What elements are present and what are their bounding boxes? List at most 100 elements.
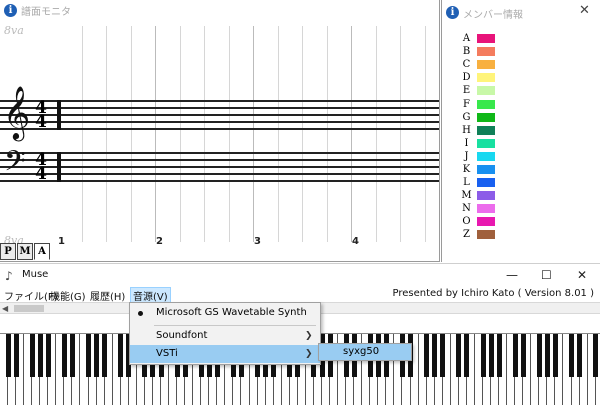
member-color-swatch[interactable] — [477, 73, 495, 83]
black-key[interactable] — [440, 334, 446, 377]
member-color-swatch[interactable] — [477, 60, 495, 70]
info-icon: i — [446, 6, 459, 19]
menu-history[interactable]: 履歴(H) — [88, 288, 127, 303]
member-color-swatch[interactable] — [477, 178, 495, 188]
member-color-swatch[interactable] — [477, 86, 495, 96]
muse-titlebar[interactable]: ♪ Muse — ☐ ✕ — [0, 263, 600, 285]
black-key[interactable] — [464, 334, 470, 377]
menu-item-soundfont[interactable]: Soundfont ❯ — [130, 327, 320, 345]
member-color-swatch[interactable] — [477, 125, 495, 135]
bass-clef-icon: 𝄢 — [4, 145, 26, 185]
member-color-swatch[interactable] — [477, 99, 495, 109]
black-key[interactable] — [593, 334, 599, 377]
barline — [253, 26, 254, 242]
member-row[interactable]: Z — [460, 228, 495, 241]
black-key[interactable] — [552, 334, 558, 377]
black-key[interactable] — [569, 334, 575, 377]
member-row[interactable]: M — [460, 189, 495, 202]
black-key[interactable] — [29, 334, 35, 377]
member-info-title: メンバー情報 — [463, 10, 523, 21]
black-key[interactable] — [488, 334, 494, 377]
member-color-swatch[interactable] — [477, 138, 495, 148]
member-color-swatch[interactable] — [477, 112, 495, 122]
info-icon: i — [4, 4, 17, 17]
member-color-swatch[interactable] — [477, 164, 495, 174]
member-letter: N — [462, 203, 471, 215]
member-row[interactable]: H — [460, 124, 495, 137]
member-row[interactable]: A — [460, 32, 495, 45]
member-row[interactable]: E — [460, 84, 495, 97]
close-icon[interactable]: ✕ — [579, 3, 590, 18]
member-color-swatch[interactable] — [477, 34, 495, 44]
member-letter: H — [462, 124, 471, 136]
member-row[interactable]: O — [460, 215, 495, 228]
maximize-button[interactable]: ☐ — [541, 268, 552, 282]
member-color-swatch[interactable] — [477, 217, 495, 227]
black-key[interactable] — [424, 334, 430, 377]
score-area[interactable]: 8va 8va 𝄞 𝄢 4 4 4 4 1 2 3 4 — [0, 20, 439, 247]
member-row[interactable]: F — [460, 97, 495, 110]
member-letter: A — [462, 33, 471, 45]
beat-gridline — [424, 26, 426, 242]
black-key[interactable] — [13, 334, 19, 377]
window-close-button[interactable]: ✕ — [577, 268, 587, 282]
black-key[interactable] — [69, 334, 75, 377]
bass-time-signature: 4 4 — [34, 152, 48, 183]
menu-separator — [154, 325, 316, 326]
black-key[interactable] — [512, 334, 518, 377]
black-key[interactable] — [61, 334, 67, 377]
staff-line — [0, 107, 439, 109]
muse-app-icon: ♪ — [5, 269, 13, 283]
member-color-swatch[interactable] — [477, 204, 495, 214]
black-key[interactable] — [536, 334, 542, 377]
black-key[interactable] — [94, 334, 100, 377]
staff-line — [0, 180, 439, 182]
treble-clef-icon: 𝄞 — [3, 85, 31, 139]
menu-item-vsti[interactable]: VSTi ❯ — [130, 345, 320, 363]
score-monitor-title: 譜面モニタ — [21, 7, 71, 18]
member-color-swatch[interactable] — [477, 230, 495, 240]
time-sig-denominator: 4 — [35, 112, 47, 132]
member-row[interactable]: I — [460, 137, 495, 150]
black-key[interactable] — [520, 334, 526, 377]
tab-p[interactable]: P — [0, 243, 16, 260]
minimize-button[interactable]: — — [506, 268, 518, 282]
staff-line — [0, 100, 439, 102]
black-key[interactable] — [496, 334, 502, 377]
member-row[interactable]: G — [460, 111, 495, 124]
black-key[interactable] — [432, 334, 438, 377]
score-monitor-titlebar[interactable]: i 譜面モニタ — [0, 0, 439, 20]
staff-line — [0, 159, 439, 161]
barline — [155, 26, 156, 242]
member-color-swatch[interactable] — [477, 47, 495, 57]
black-key[interactable] — [37, 334, 43, 377]
member-row[interactable]: K — [460, 163, 495, 176]
member-letter: K — [462, 163, 471, 175]
ottava-top-label: 8va — [4, 24, 24, 37]
beat-gridline — [302, 26, 303, 242]
member-color-swatch[interactable] — [477, 191, 495, 201]
black-key[interactable] — [456, 334, 462, 377]
black-key[interactable] — [102, 334, 108, 377]
member-row[interactable]: B — [460, 45, 495, 58]
scroll-left-arrow-icon[interactable]: ◀ — [2, 304, 8, 313]
menu-function[interactable]: 機能(G) — [48, 288, 88, 303]
member-row[interactable]: D — [460, 71, 495, 84]
member-row[interactable]: L — [460, 176, 495, 189]
black-key[interactable] — [86, 334, 92, 377]
black-key[interactable] — [480, 334, 486, 377]
black-key[interactable] — [118, 334, 124, 377]
tab-m[interactable]: M — [17, 243, 33, 260]
scroll-thumb[interactable] — [14, 305, 44, 312]
member-row[interactable]: C — [460, 58, 495, 71]
black-key[interactable] — [577, 334, 583, 377]
vsti-submenu-item-syxg50[interactable]: syxg50 — [318, 343, 412, 361]
menu-item-gs-wavetable[interactable]: Microsoft GS Wavetable Synth — [130, 304, 320, 322]
black-key[interactable] — [5, 334, 11, 377]
tab-a[interactable]: A — [34, 243, 50, 260]
black-key[interactable] — [544, 334, 550, 377]
black-key[interactable] — [45, 334, 51, 377]
member-row[interactable]: J — [460, 150, 495, 163]
member-color-swatch[interactable] — [477, 151, 495, 161]
member-row[interactable]: N — [460, 202, 495, 215]
